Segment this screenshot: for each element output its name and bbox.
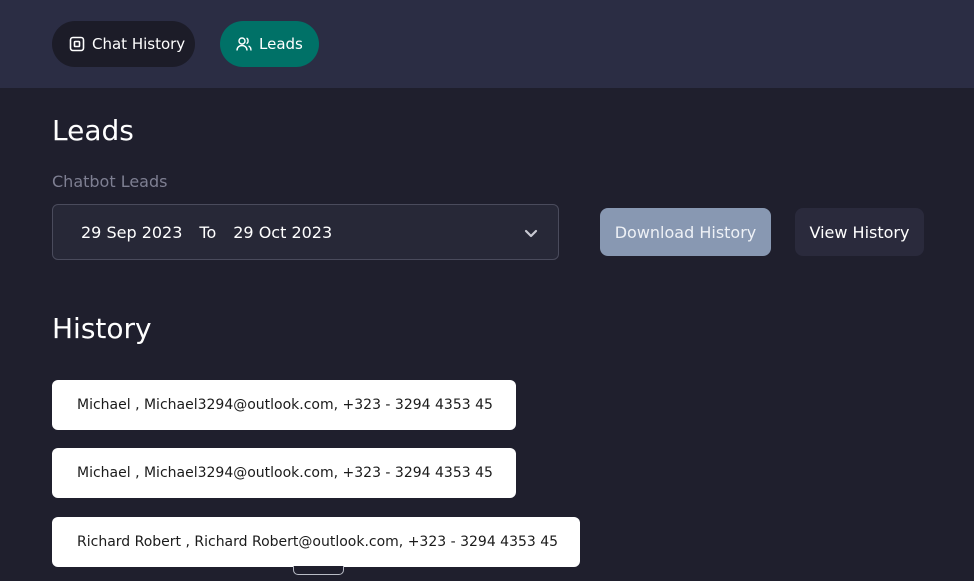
chevron-down-icon [522, 224, 540, 242]
tab-chat-history-label: Chat History [92, 35, 186, 53]
tab-leads-label: Leads [259, 35, 303, 53]
scroll-handle[interactable] [293, 566, 344, 575]
section-subtitle: Chatbot Leads [52, 172, 168, 191]
history-title: History [52, 312, 152, 345]
chat-square-icon [69, 36, 85, 52]
download-history-button[interactable]: Download History [600, 208, 771, 256]
top-navigation-bar: Chat History Leads [0, 0, 974, 88]
history-item[interactable]: Richard Robert , Richard Robert@outlook.… [52, 517, 580, 567]
page-title: Leads [52, 114, 134, 147]
date-separator: To [199, 222, 217, 242]
date-from: 29 Sep 2023 [81, 222, 183, 242]
history-item[interactable]: Michael , Michael3294@outlook.com, +323 … [52, 380, 516, 430]
view-history-button[interactable]: View History [795, 208, 924, 256]
history-item[interactable]: Michael , Michael3294@outlook.com, +323 … [52, 448, 516, 498]
tab-leads[interactable]: Leads [220, 21, 319, 67]
tab-chat-history[interactable]: Chat History [52, 21, 195, 67]
date-to: 29 Oct 2023 [233, 222, 333, 242]
users-icon [236, 36, 252, 52]
date-range-select[interactable]: 29 Sep 2023 To 29 Oct 2023 [52, 204, 559, 260]
